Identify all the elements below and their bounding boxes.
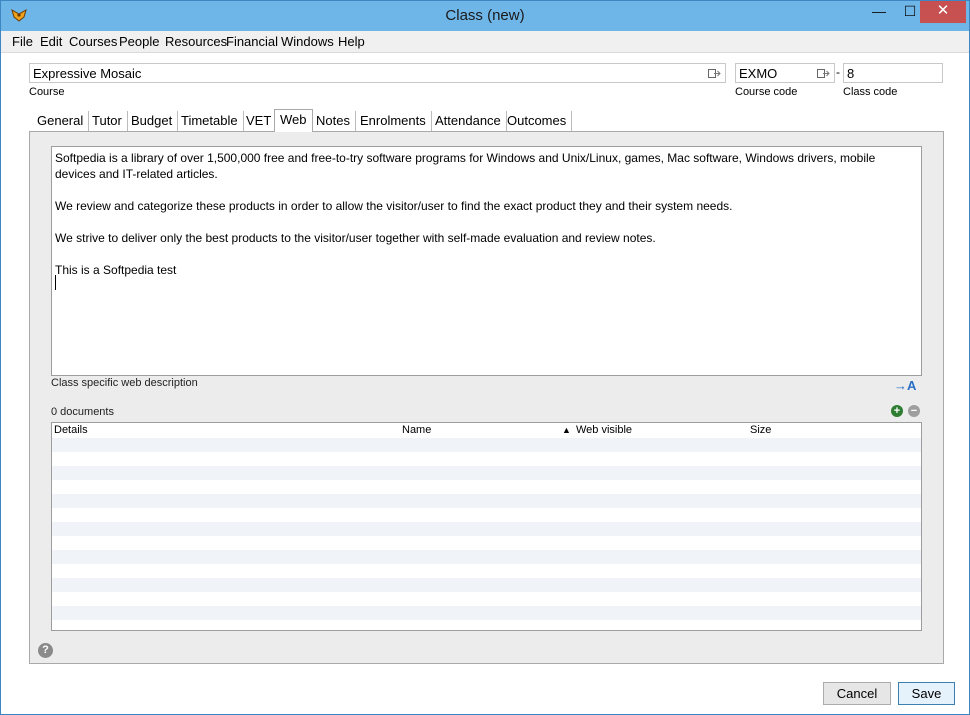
- menu-resources[interactable]: Resources: [165, 34, 227, 49]
- menu-courses[interactable]: Courses: [69, 34, 117, 49]
- code-separator: -: [836, 65, 840, 79]
- table-row: [52, 480, 921, 494]
- column-details[interactable]: Details: [54, 424, 88, 436]
- table-row: [52, 438, 921, 452]
- tab-budget[interactable]: Budget: [126, 111, 179, 131]
- class-code-field[interactable]: 8: [843, 63, 943, 83]
- minimize-button[interactable]: —: [863, 1, 895, 23]
- table-row: [52, 592, 921, 606]
- window-title: Class (new): [445, 7, 525, 24]
- remove-document-icon[interactable]: −: [908, 405, 920, 417]
- menu-financial[interactable]: Financial: [226, 34, 278, 49]
- course-code-value: EXMO: [739, 66, 778, 81]
- open-course-code-icon[interactable]: [817, 68, 830, 79]
- web-description-textarea[interactable]: Softpedia is a library of over 1,500,000…: [51, 146, 922, 376]
- course-code-field[interactable]: EXMO: [735, 63, 835, 83]
- documents-table[interactable]: Details Name ▲ Web visible Size: [51, 422, 922, 631]
- table-row: [52, 550, 921, 564]
- table-row: [52, 564, 921, 578]
- description-paragraph: Softpedia is a library of over 1,500,000…: [55, 151, 876, 181]
- tab-notes[interactable]: Notes: [311, 111, 356, 131]
- table-row: [52, 452, 921, 466]
- save-button[interactable]: Save: [898, 682, 955, 705]
- menu-edit[interactable]: Edit: [40, 34, 62, 49]
- column-size[interactable]: Size: [750, 424, 771, 436]
- arrow-right-icon: →: [894, 378, 907, 393]
- class-code-value: 8: [847, 66, 855, 81]
- description-paragraph: We review and categorize these products …: [55, 199, 733, 213]
- documents-count: 0 documents: [51, 406, 114, 418]
- menu-help[interactable]: Help: [338, 34, 365, 49]
- help-icon[interactable]: ?: [38, 643, 53, 658]
- add-document-icon[interactable]: +: [891, 405, 903, 417]
- description-paragraph: This is a Softpedia test: [55, 263, 177, 277]
- course-name-value: Expressive Mosaic: [33, 66, 142, 81]
- spell-check-button[interactable]: →A: [894, 378, 916, 393]
- table-row: [52, 508, 921, 522]
- cancel-button[interactable]: Cancel: [823, 682, 891, 705]
- table-row: [52, 536, 921, 550]
- close-button[interactable]: ✕: [920, 1, 966, 23]
- title-bar[interactable]: Class (new) — ☐ ✕: [1, 1, 969, 31]
- description-paragraph: We strive to deliver only the best produ…: [55, 231, 656, 245]
- table-row: [52, 606, 921, 620]
- tab-timetable[interactable]: Timetable: [176, 111, 244, 131]
- tab-tutor[interactable]: Tutor: [87, 111, 128, 131]
- table-row: [52, 466, 921, 480]
- window: Class (new) — ☐ ✕ File Edit Courses Peop…: [0, 0, 970, 715]
- menu-bar: File Edit Courses People Resources Finan…: [1, 31, 969, 53]
- tab-general[interactable]: General: [32, 111, 90, 131]
- tab-enrolments[interactable]: Enrolments: [355, 111, 432, 131]
- class-code-label: Class code: [843, 86, 898, 98]
- table-row: [52, 494, 921, 508]
- spell-check-icon: A: [907, 378, 917, 393]
- open-course-icon[interactable]: [708, 68, 721, 79]
- course-code-label: Course code: [735, 86, 798, 98]
- tab-attendance[interactable]: Attendance: [430, 111, 507, 131]
- menu-file[interactable]: File: [12, 34, 33, 49]
- column-web-visible[interactable]: Web visible: [576, 424, 632, 436]
- table-row: [52, 578, 921, 592]
- table-row: [52, 620, 921, 630]
- column-name[interactable]: Name: [402, 424, 431, 436]
- table-row: [52, 522, 921, 536]
- text-cursor: [55, 275, 56, 290]
- menu-people[interactable]: People: [119, 34, 159, 49]
- course-label: Course: [29, 86, 65, 98]
- web-description-label: Class specific web description: [51, 377, 198, 389]
- tab-vet[interactable]: VET: [241, 111, 278, 131]
- sort-ascending-icon: ▲: [562, 425, 571, 435]
- tab-web[interactable]: Web: [274, 109, 313, 132]
- tab-outcomes[interactable]: Outcomes: [502, 111, 573, 131]
- course-name-field[interactable]: Expressive Mosaic: [29, 63, 726, 83]
- menu-windows[interactable]: Windows: [281, 34, 334, 49]
- table-header: Details Name ▲ Web visible Size: [52, 423, 921, 438]
